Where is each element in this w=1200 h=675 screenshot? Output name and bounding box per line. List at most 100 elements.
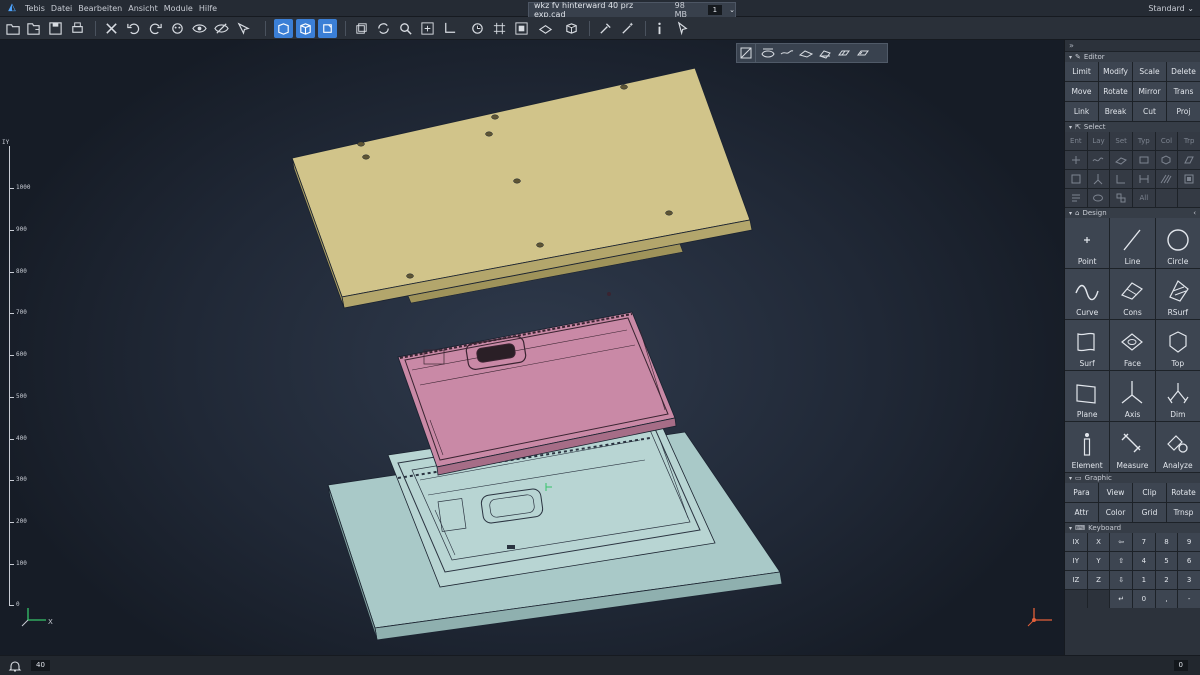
move-button[interactable]: Move xyxy=(1065,82,1098,101)
key-y[interactable]: Y xyxy=(1087,552,1110,570)
editor-section-header[interactable]: ▾ ✎ Editor xyxy=(1065,51,1200,62)
rsurf-button[interactable]: RSurf xyxy=(1155,269,1200,319)
key-0[interactable]: 0 xyxy=(1132,590,1155,608)
refresh-icon[interactable] xyxy=(374,19,393,38)
line-button[interactable]: Line xyxy=(1110,218,1155,268)
help-pointer-icon[interactable] xyxy=(674,19,693,38)
select-curve-icon[interactable] xyxy=(1087,151,1110,169)
curve-display-icon[interactable] xyxy=(777,44,796,62)
select-hatch-icon[interactable] xyxy=(1155,170,1178,188)
select-trp-button[interactable]: Trp xyxy=(1178,132,1200,150)
key-5[interactable]: 5 xyxy=(1155,552,1178,570)
fit-view-icon[interactable] xyxy=(418,19,437,38)
hide-eye-icon[interactable] xyxy=(212,19,231,38)
open-folder-icon[interactable] xyxy=(4,19,23,38)
select-box-icon[interactable] xyxy=(1065,170,1087,188)
graphic-rotate-button[interactable]: Rotate xyxy=(1167,483,1200,502)
visibility-eye-icon[interactable] xyxy=(190,19,209,38)
menu-datei[interactable]: Datei xyxy=(48,0,75,17)
mesh-display-icon[interactable] xyxy=(834,44,853,62)
select-set-button[interactable]: Set xyxy=(1110,132,1132,150)
select-section-header[interactable]: ▾ ⇱ Select xyxy=(1065,121,1200,132)
rotate-view-icon[interactable] xyxy=(468,19,487,38)
top-clamping-plate[interactable] xyxy=(291,67,753,309)
key-4[interactable]: 4 xyxy=(1132,552,1155,570)
palette-icon[interactable] xyxy=(168,19,187,38)
solid-cube-icon[interactable] xyxy=(562,19,581,38)
chevron-down-icon[interactable]: ⌄ xyxy=(729,6,735,14)
key-minus[interactable]: - xyxy=(1178,590,1200,608)
select-surface-icon[interactable] xyxy=(1110,151,1132,169)
circle-button[interactable]: Circle xyxy=(1155,218,1200,268)
menu-module[interactable]: Module xyxy=(161,0,196,17)
frame-icon[interactable] xyxy=(512,19,531,38)
color-button[interactable]: Color xyxy=(1099,503,1132,522)
graphic-section-header[interactable]: ▾ ▭ Graphic xyxy=(1065,472,1200,483)
key-down[interactable]: ⇩ xyxy=(1110,571,1132,589)
measure-button[interactable]: Measure xyxy=(1110,422,1155,472)
surface-display-icon[interactable] xyxy=(796,44,815,62)
notification-count-badge[interactable]: 0 xyxy=(1173,660,1188,671)
grid-icon[interactable] xyxy=(490,19,509,38)
attr-button[interactable]: Attr xyxy=(1065,503,1098,522)
key-6[interactable]: 6 xyxy=(1178,552,1200,570)
analyze-button[interactable]: Analyze xyxy=(1155,422,1200,472)
proj-button[interactable]: Proj xyxy=(1167,102,1200,121)
document-tab[interactable]: wkz fv hinterward 40 prz exp.cad 98 MB 1… xyxy=(528,1,736,19)
tools-icon[interactable] xyxy=(596,19,615,38)
key-3[interactable]: 3 xyxy=(1178,571,1200,589)
select-lay-button[interactable]: Lay xyxy=(1087,132,1110,150)
workspace-selector[interactable]: Standard ⌄ xyxy=(1148,0,1194,17)
key-z[interactable]: Z xyxy=(1087,571,1110,589)
rotate-button[interactable]: Rotate xyxy=(1099,82,1132,101)
select-frame-icon[interactable] xyxy=(1178,170,1200,188)
coordinate-system-icon[interactable] xyxy=(440,19,459,38)
key-9[interactable]: 9 xyxy=(1178,533,1200,551)
key-7[interactable]: 7 xyxy=(1132,533,1155,551)
zoom-icon[interactable] xyxy=(396,19,415,38)
chevron-left-icon[interactable]: ‹ xyxy=(1193,208,1200,219)
redo-icon[interactable] xyxy=(146,19,165,38)
keyboard-section-header[interactable]: ▾ ⌨ Keyboard xyxy=(1065,522,1200,533)
shading-icon[interactable] xyxy=(536,19,555,38)
surf-button[interactable]: Surf xyxy=(1065,320,1110,370)
key-iy[interactable]: IY xyxy=(1065,552,1087,570)
key-ix[interactable]: IX xyxy=(1065,533,1087,551)
key-8[interactable]: 8 xyxy=(1155,533,1178,551)
open-file-icon[interactable] xyxy=(24,19,43,38)
view-front-icon[interactable] xyxy=(274,19,293,38)
key-1[interactable]: 1 xyxy=(1132,571,1155,589)
select-axis-icon[interactable] xyxy=(1087,170,1110,188)
top-button[interactable]: Top xyxy=(1155,320,1200,370)
app-menu[interactable]: Tebis xyxy=(22,0,48,17)
select-height-icon[interactable] xyxy=(1132,170,1155,188)
mirror-button[interactable]: Mirror xyxy=(1133,82,1166,101)
3d-viewport[interactable]: IY 1000 900 800 700 600 500 400 300 200 … xyxy=(0,40,1064,655)
cons-button[interactable]: Cons xyxy=(1110,269,1155,319)
view-button[interactable]: View xyxy=(1099,483,1132,502)
modify-button[interactable]: Modify xyxy=(1099,62,1132,81)
key-shift[interactable]: ⇧ xyxy=(1110,552,1132,570)
para-button[interactable]: Para xyxy=(1065,483,1098,502)
axis-button[interactable]: Axis xyxy=(1110,371,1155,421)
plane-button[interactable]: Plane xyxy=(1065,371,1110,421)
bell-icon[interactable] xyxy=(8,659,22,673)
shaded-display-icon[interactable] xyxy=(853,44,872,62)
select-text-icon[interactable] xyxy=(1065,189,1087,207)
menu-ansicht[interactable]: Ansicht xyxy=(125,0,161,17)
collapse-panel-icon[interactable]: » xyxy=(1065,40,1200,51)
select-typ-button[interactable]: Typ xyxy=(1132,132,1155,150)
element-button[interactable]: Element xyxy=(1065,422,1110,472)
trans-button[interactable]: Trans xyxy=(1167,82,1200,101)
select-point-icon[interactable] xyxy=(1065,151,1087,169)
trnsp-button[interactable]: Trnsp xyxy=(1167,503,1200,522)
menu-bearbeiten[interactable]: Bearbeiten xyxy=(75,0,125,17)
select-col-button[interactable]: Col xyxy=(1155,132,1178,150)
link-button[interactable]: Link xyxy=(1065,102,1098,121)
clip-button[interactable]: Clip xyxy=(1133,483,1166,502)
select-group-icon[interactable] xyxy=(1110,189,1132,207)
curve-button[interactable]: Curve xyxy=(1065,269,1110,319)
delete-cross-icon[interactable] xyxy=(102,19,121,38)
design-section-header[interactable]: ▾ ⌂ Design ‹ xyxy=(1065,207,1200,218)
key-backspace[interactable]: ⇦ xyxy=(1110,533,1132,551)
